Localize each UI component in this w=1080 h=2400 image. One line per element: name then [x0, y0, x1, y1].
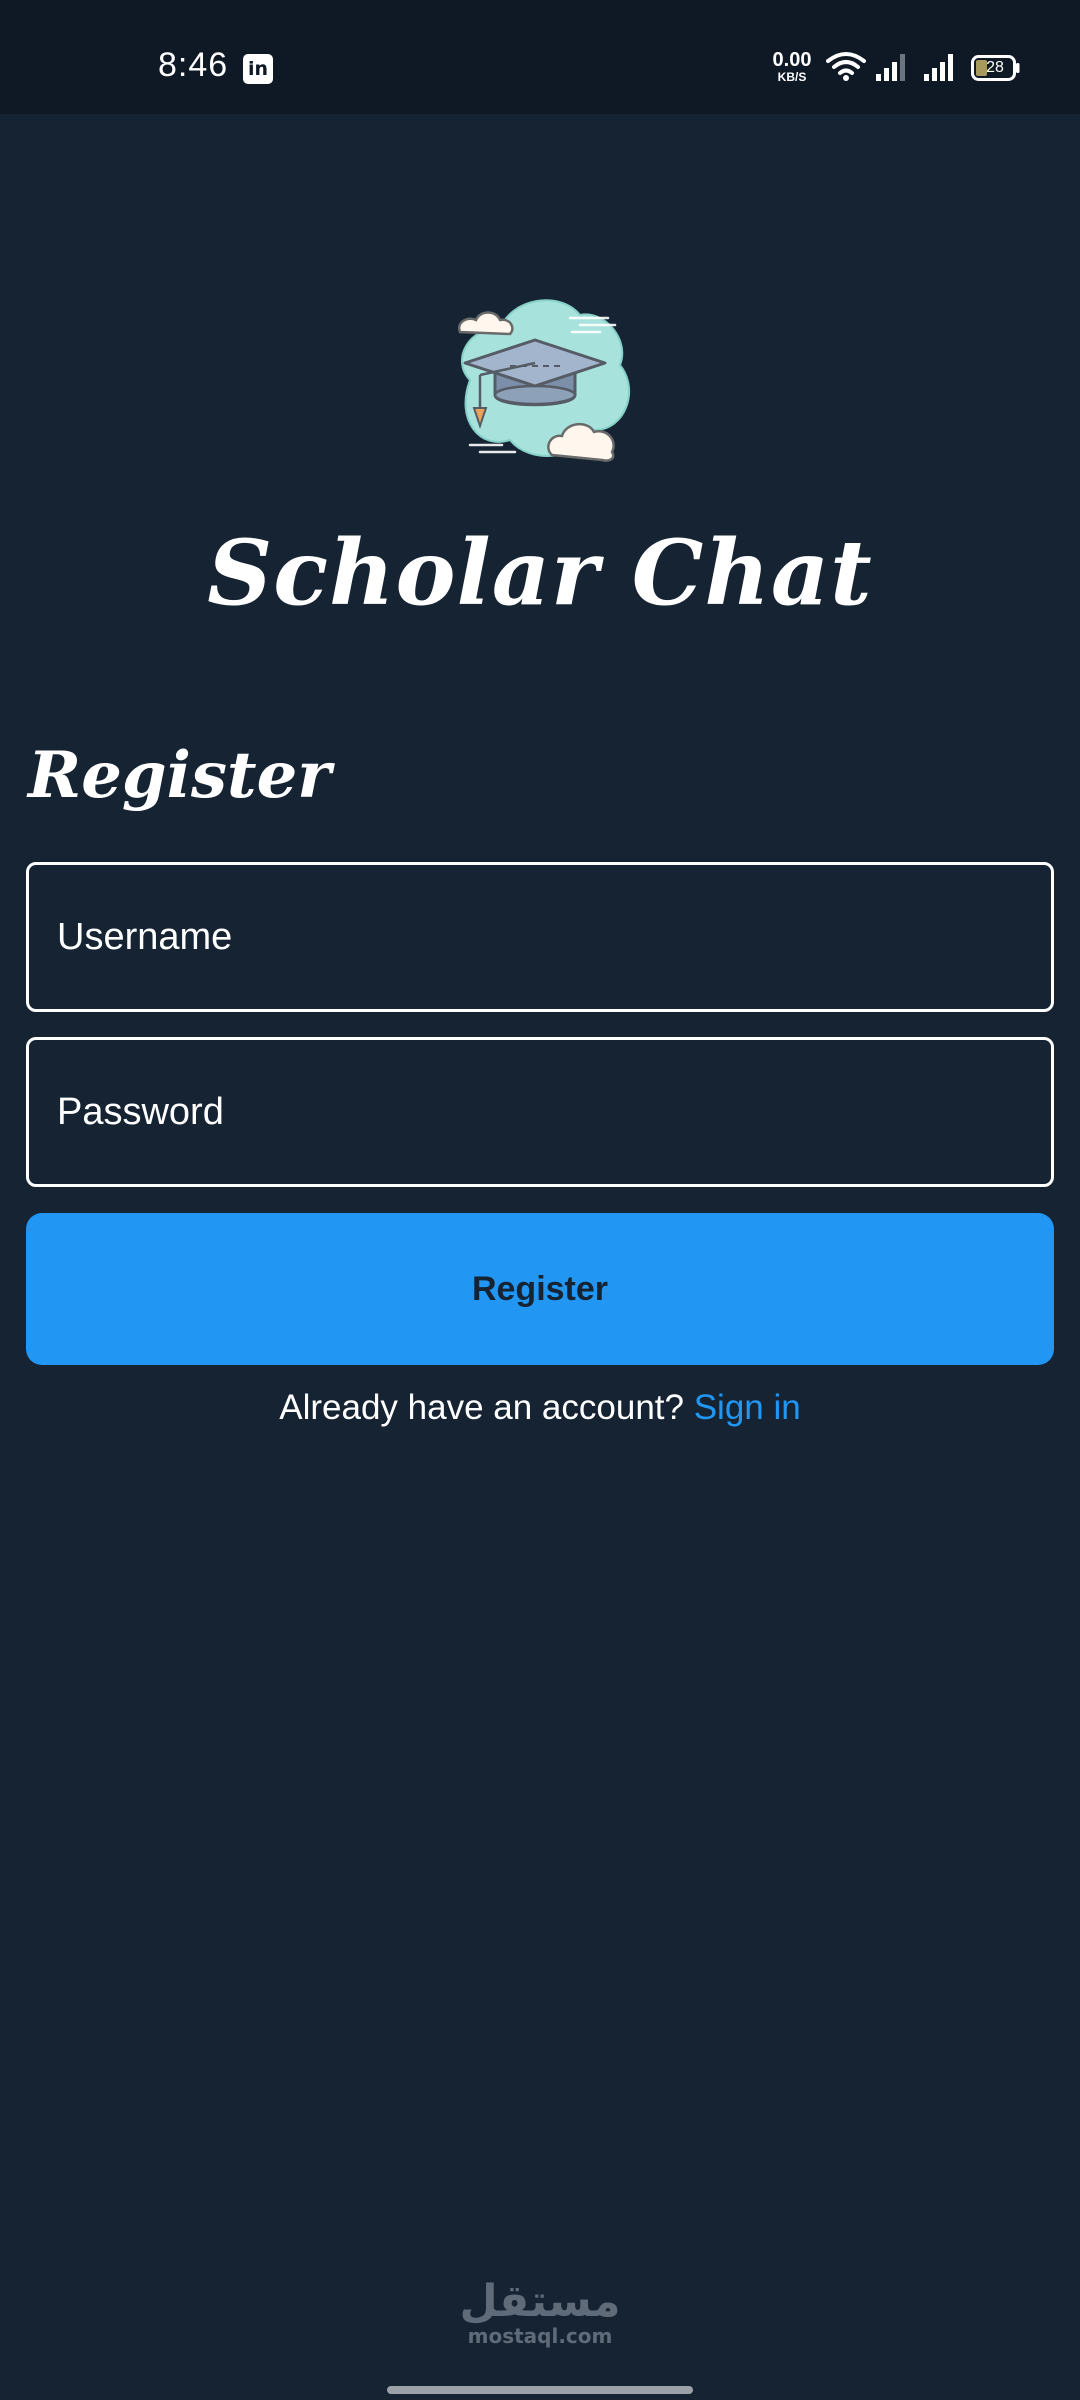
linkedin-icon: in — [243, 54, 273, 84]
form-heading: Register — [28, 738, 331, 813]
network-speed-value: 0.00 — [772, 49, 812, 71]
signal-icon — [924, 54, 953, 81]
watermark-arabic: مستقل — [459, 2276, 621, 2327]
username-field[interactable] — [26, 862, 1054, 1012]
network-speed: 0.00 KB/S — [768, 50, 816, 83]
signin-link[interactable]: Sign in — [694, 1388, 801, 1427]
signal-icon — [876, 54, 905, 81]
home-indicator[interactable] — [387, 2386, 693, 2394]
status-time: 8:46 — [158, 46, 229, 84]
password-input[interactable] — [29, 1040, 1051, 1184]
username-input[interactable] — [29, 865, 1051, 1009]
register-screen: 8:46 in 0.00 KB/S 28 Scholar Chat Regist… — [0, 0, 1080, 2400]
graduation-cap-cloud-icon — [457, 299, 630, 462]
signin-prompt-text: Already have an account? — [279, 1388, 694, 1427]
password-field[interactable] — [26, 1037, 1054, 1187]
wifi-icon — [826, 52, 866, 81]
register-button[interactable]: Register — [26, 1213, 1054, 1365]
status-bar: 8:46 in 0.00 KB/S 28 — [0, 0, 1080, 114]
battery-level: 28 — [986, 59, 1004, 76]
app-title: Scholar Chat — [207, 520, 873, 626]
watermark-logo: مستقل mostaql.com — [440, 2276, 640, 2348]
network-speed-unit: KB/S — [777, 70, 807, 84]
signin-prompt: Already have an account? Sign in — [0, 1388, 1080, 1428]
watermark-latin: mostaql.com — [467, 2324, 613, 2348]
